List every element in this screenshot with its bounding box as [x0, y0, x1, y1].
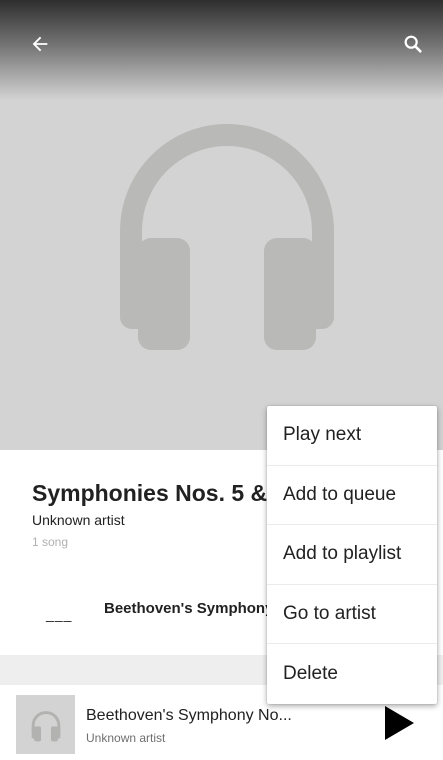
now-playing-art: [16, 695, 75, 754]
album-title: Symphonies Nos. 5 & 7: [32, 480, 287, 506]
album-artist[interactable]: Unknown artist: [32, 512, 125, 528]
track-number: ___: [46, 606, 73, 622]
album-screen: Symphonies Nos. 5 & 7 Unknown artist 1 s…: [0, 0, 443, 760]
arrow-left-icon: [32, 36, 48, 52]
search-icon: [404, 35, 422, 53]
menu-item-delete[interactable]: Delete: [267, 644, 437, 704]
album-art: [0, 0, 443, 450]
context-menu: Play next Add to queue Add to playlist G…: [267, 406, 437, 704]
now-playing-title: Beethoven's Symphony No...: [86, 707, 292, 724]
now-playing-artist: Unknown artist: [86, 731, 166, 745]
search-button[interactable]: [395, 26, 431, 62]
back-button[interactable]: [22, 26, 58, 62]
play-icon[interactable]: [378, 703, 418, 743]
menu-item-go-to-artist[interactable]: Go to artist: [267, 585, 437, 645]
menu-item-add-to-playlist[interactable]: Add to playlist: [267, 525, 437, 585]
headphones-icon: [31, 710, 60, 741]
headphones-icon: [120, 124, 334, 350]
menu-item-play-next[interactable]: Play next: [267, 406, 437, 466]
song-count: 1 song: [32, 535, 69, 549]
art-gradient: [0, 0, 443, 100]
menu-item-add-to-queue[interactable]: Add to queue: [267, 466, 437, 526]
